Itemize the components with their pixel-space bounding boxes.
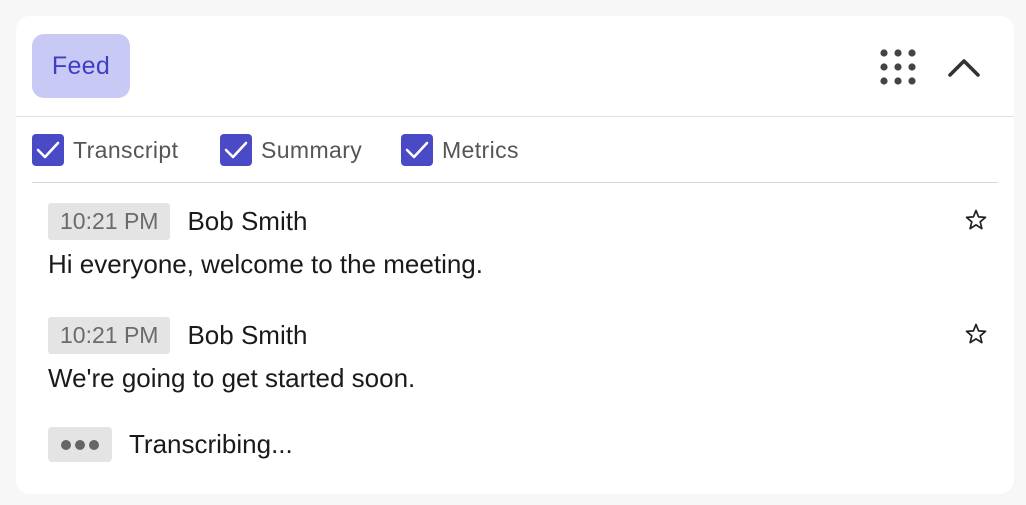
grid-icon xyxy=(880,49,916,85)
transcript-label: Transcript xyxy=(73,136,179,163)
message-text: Hi everyone, welcome to the meeting. xyxy=(48,249,483,279)
check-icon xyxy=(405,141,429,159)
check-icon xyxy=(224,141,248,159)
check-icon xyxy=(36,141,60,159)
transcript-message: 10:21 PM Bob Smith Hi everyone, welcome … xyxy=(48,202,998,280)
summary-checkbox[interactable] xyxy=(220,134,252,166)
feed-tab[interactable]: Feed xyxy=(32,34,130,98)
chevron-up-icon xyxy=(948,59,980,77)
summary-label: Summary xyxy=(261,136,363,163)
transcript-checkbox[interactable] xyxy=(32,134,64,166)
status-label: Transcribing... xyxy=(129,429,293,459)
timestamp-badge: 10:21 PM xyxy=(48,202,171,240)
metrics-label: Metrics xyxy=(442,136,519,163)
grid-menu-button[interactable] xyxy=(876,47,920,87)
filter-summary[interactable]: Summary xyxy=(220,133,362,167)
filter-bar: Transcript Summary Metrics xyxy=(32,133,998,183)
panel-header: Feed xyxy=(16,16,1014,117)
filter-transcript[interactable]: Transcript xyxy=(32,133,178,167)
metrics-checkbox[interactable] xyxy=(401,134,433,166)
transcript-message: 10:21 PM Bob Smith We're going to get st… xyxy=(48,316,998,394)
star-icon[interactable] xyxy=(964,208,988,232)
star-icon[interactable] xyxy=(964,322,988,346)
filter-metrics[interactable]: Metrics xyxy=(401,133,519,167)
transcribing-status: Transcribing... xyxy=(48,427,293,462)
collapse-button[interactable] xyxy=(944,50,984,84)
timestamp-badge: 10:21 PM xyxy=(48,316,171,354)
feed-panel: Feed Transcript Summary Metrics 10:21 PM… xyxy=(16,16,1014,494)
message-text: We're going to get started soon. xyxy=(48,363,416,393)
speaker-name: Bob Smith xyxy=(187,319,308,350)
speaker-name: Bob Smith xyxy=(187,205,308,236)
typing-dots-icon xyxy=(48,427,112,462)
